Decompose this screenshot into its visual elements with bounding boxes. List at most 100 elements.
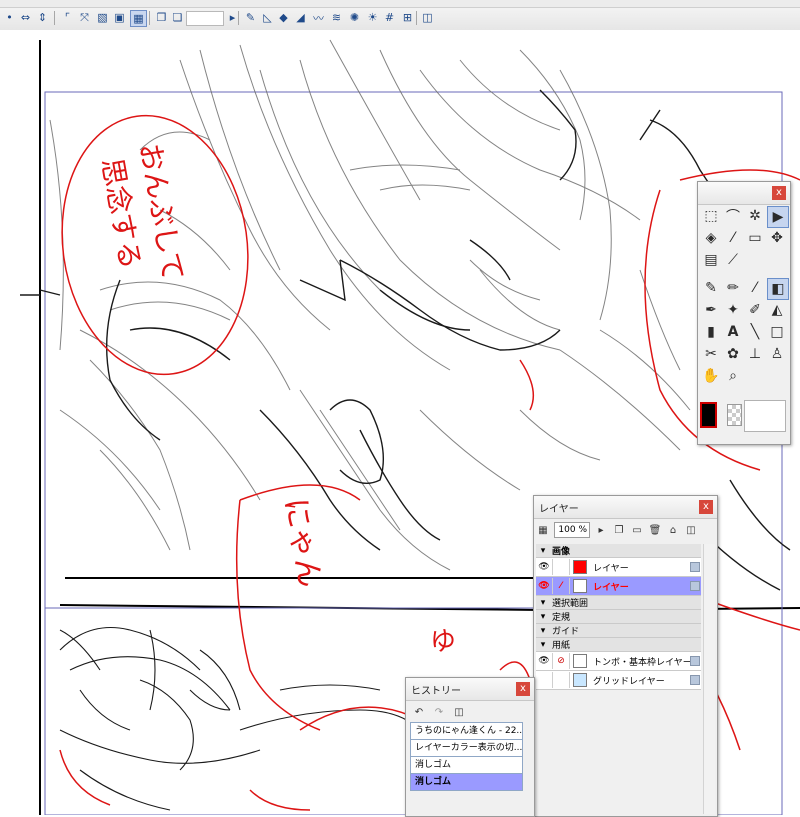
layer-folder-row[interactable]: ▾ ガイド bbox=[536, 624, 701, 638]
pen-icon[interactable]: ✎ bbox=[701, 278, 721, 298]
layer-folder-row[interactable]: ▾ 画像 bbox=[536, 544, 701, 558]
layer-folder-row[interactable]: ▾ 用紙 bbox=[536, 638, 701, 652]
layer-option-icon[interactable] bbox=[690, 675, 700, 685]
hand-icon[interactable]: ✋ bbox=[701, 366, 721, 386]
cube-icon[interactable]: ◆ bbox=[276, 10, 291, 25]
layer-row[interactable]: グリッドレイヤー bbox=[536, 671, 701, 690]
layer-thumbnail bbox=[573, 560, 587, 574]
collapse-icon[interactable]: ▾ bbox=[536, 640, 550, 650]
radial-icon[interactable]: ✺ bbox=[347, 10, 362, 25]
transform-icon[interactable]: ⤧ bbox=[77, 10, 92, 25]
layer-row[interactable]: 👁 ⊘ トンボ・基本枠レイヤー bbox=[536, 652, 701, 671]
shape-icon[interactable]: □ bbox=[767, 322, 787, 342]
layer-scrollbar[interactable] bbox=[703, 544, 715, 814]
triangle-ruler-icon[interactable]: ◺ bbox=[260, 10, 275, 25]
save-icon[interactable]: ▣ bbox=[112, 10, 127, 25]
eye-icon[interactable] bbox=[536, 672, 553, 688]
perspective-icon[interactable]: ◢ bbox=[293, 10, 308, 25]
panel-menu-icon[interactable]: ◫ bbox=[684, 523, 698, 537]
stamp-icon[interactable]: ⊥ bbox=[745, 344, 765, 364]
history-item[interactable]: 消しゴム bbox=[410, 757, 523, 774]
fill-icon[interactable]: ◭ bbox=[767, 300, 787, 320]
collapse-icon[interactable]: ▾ bbox=[536, 546, 550, 556]
undo-icon[interactable]: ↶ bbox=[412, 705, 426, 719]
radial-line-icon[interactable]: ☀ bbox=[365, 10, 380, 25]
vertical-arrows-icon[interactable]: ⇕ bbox=[35, 10, 50, 25]
collapse-icon[interactable]: ▾ bbox=[536, 598, 550, 608]
frame-cut-icon[interactable]: ⟋ bbox=[723, 250, 743, 270]
airbrush-icon[interactable]: ✦ bbox=[723, 300, 743, 320]
transparent-color-swatch[interactable] bbox=[727, 404, 742, 426]
close-icon[interactable]: x bbox=[699, 500, 713, 514]
new-layer-icon[interactable]: ❐ bbox=[612, 523, 626, 537]
ruler-icon[interactable]: ✎ bbox=[243, 10, 258, 25]
history-item[interactable]: レイヤーカラー表示の切... bbox=[410, 740, 523, 757]
collapse-icon[interactable]: ▾ bbox=[536, 612, 550, 622]
lasso-select-icon[interactable]: ⌒ bbox=[723, 206, 743, 226]
gradient-icon[interactable]: ▮ bbox=[701, 322, 721, 342]
grid-view-icon[interactable]: ▦ bbox=[130, 10, 147, 27]
layer-row[interactable]: 👁 レイヤー bbox=[536, 558, 701, 577]
pattern-icon[interactable]: ≋ bbox=[329, 10, 344, 25]
play-icon[interactable]: ▸ bbox=[594, 523, 608, 537]
redo-icon[interactable]: ↷ bbox=[432, 705, 446, 719]
delete-layer-icon[interactable]: 🗑 bbox=[648, 523, 662, 537]
eyedropper-icon[interactable]: ⁄ bbox=[723, 228, 743, 248]
grid-icon[interactable]: # bbox=[382, 10, 397, 25]
layer-thumbnail bbox=[573, 673, 587, 687]
close-icon[interactable]: x bbox=[772, 186, 786, 200]
corner-icon[interactable]: ⌜ bbox=[60, 10, 75, 25]
history-item[interactable]: うちのにゃん逢くん - 22... bbox=[410, 722, 523, 740]
marker-icon[interactable]: ✒ bbox=[701, 300, 721, 320]
frame-border-icon[interactable]: ▤ bbox=[701, 250, 721, 270]
point-icon[interactable]: • bbox=[2, 10, 17, 25]
color-preview[interactable] bbox=[744, 400, 786, 432]
curve-icon[interactable]: 〰 bbox=[311, 10, 326, 25]
eraser-icon[interactable]: ◧ bbox=[767, 278, 789, 300]
panel-menu-icon[interactable]: ◫ bbox=[452, 705, 466, 719]
text-icon[interactable]: A bbox=[723, 322, 743, 342]
new-folder-icon[interactable]: ▭ bbox=[630, 523, 644, 537]
marquee-select-icon[interactable]: ⬚ bbox=[701, 206, 721, 226]
layer-zoom-field[interactable]: 100 % bbox=[554, 522, 590, 538]
toolbar-value-field[interactable] bbox=[186, 11, 224, 26]
layer-row-active[interactable]: 👁 ⁄ レイヤー bbox=[536, 577, 701, 596]
layer-option-icon[interactable] bbox=[690, 656, 700, 666]
layer-option-icon[interactable] bbox=[690, 581, 700, 591]
move-icon[interactable]: ✥ bbox=[767, 228, 787, 248]
lock-icon[interactable]: ⌂ bbox=[666, 523, 680, 537]
horizontal-arrows-icon[interactable]: ⇔ bbox=[18, 10, 33, 25]
blend-icon[interactable]: ✐ bbox=[745, 300, 765, 320]
frame-icon[interactable]: ▭ bbox=[745, 228, 765, 248]
layer-option-icon[interactable] bbox=[690, 562, 700, 572]
layer-color-icon[interactable]: ▦ bbox=[536, 523, 550, 537]
paste-icon[interactable]: ❏ bbox=[170, 10, 185, 25]
history-item-active[interactable]: 消しゴム bbox=[410, 774, 523, 791]
dropper-icon[interactable]: ♙ bbox=[767, 344, 787, 364]
layer-folder-label: 画像 bbox=[552, 547, 571, 557]
grid-dense-icon[interactable]: ⊞ bbox=[400, 10, 415, 25]
panel-toggle-icon[interactable]: ◫ bbox=[420, 10, 435, 25]
tone-scrape-icon[interactable]: ✿ bbox=[723, 344, 743, 364]
mesh-icon[interactable]: ▧ bbox=[95, 10, 110, 25]
layer-select-icon[interactable]: ◈ bbox=[701, 228, 721, 248]
zoom-icon[interactable]: ⌕ bbox=[723, 366, 743, 386]
magic-wand-icon[interactable]: ✲ bbox=[745, 206, 765, 226]
collapse-icon[interactable]: ▾ bbox=[536, 626, 550, 636]
close-icon[interactable]: x bbox=[516, 682, 530, 696]
layer-name: グリッドレイヤー bbox=[593, 676, 665, 687]
tone-icon[interactable]: ✂ bbox=[701, 344, 721, 364]
layer-folder-row[interactable]: ▾ 選択範囲 bbox=[536, 596, 701, 610]
object-select-icon[interactable]: ▶ bbox=[767, 206, 789, 228]
eye-icon[interactable]: 👁 bbox=[536, 559, 553, 575]
line-icon[interactable]: ╲ bbox=[745, 322, 765, 342]
history-toolbar: ↶ ↷ ◫ bbox=[412, 704, 466, 720]
pencil-icon[interactable]: ✏ bbox=[723, 278, 743, 298]
layer-folder-row[interactable]: ▾ 定規 bbox=[536, 610, 701, 624]
eye-icon[interactable]: 👁 bbox=[536, 578, 553, 594]
copy-icon[interactable]: ❐ bbox=[154, 10, 169, 25]
main-color-swatch[interactable] bbox=[700, 402, 717, 428]
brush-icon[interactable]: ⁄ bbox=[745, 278, 765, 298]
history-panel: ヒストリー x ↶ ↷ ◫ うちのにゃん逢くん - 22... レイヤーカラー表… bbox=[405, 677, 535, 817]
eye-icon[interactable]: 👁 bbox=[536, 653, 553, 669]
